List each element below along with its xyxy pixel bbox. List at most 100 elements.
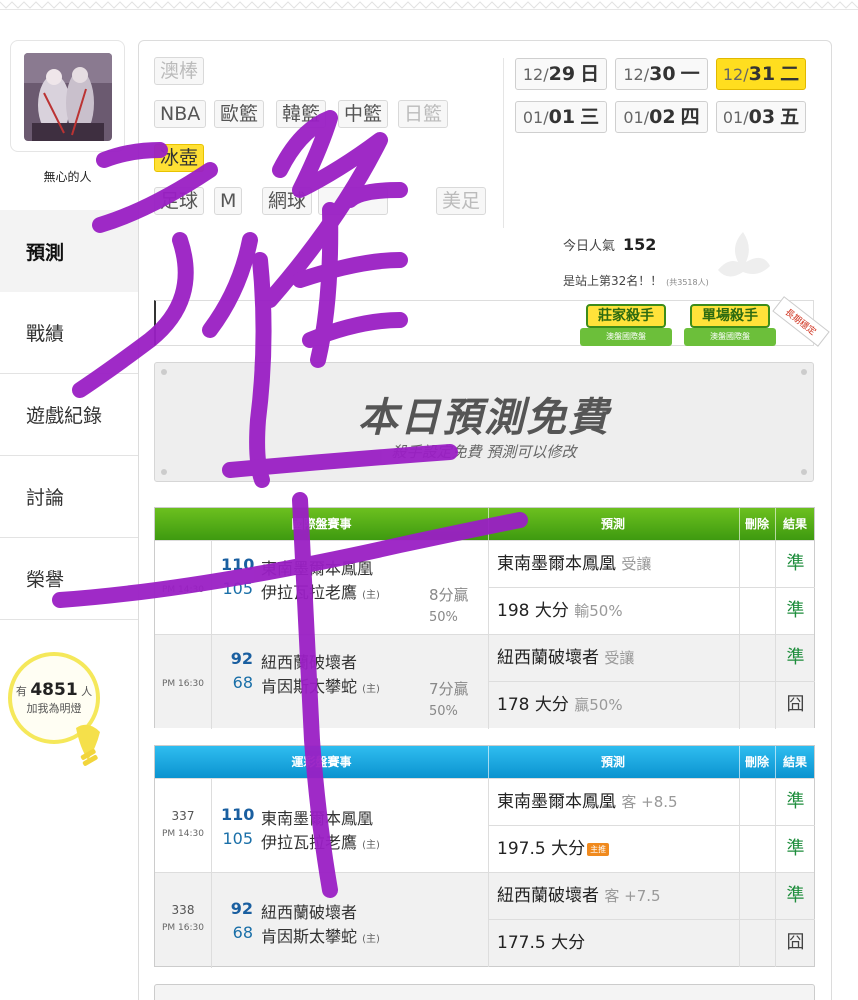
- date-month: 12/: [623, 65, 650, 84]
- sport-tag-curling[interactable]: 冰壺: [154, 144, 205, 172]
- sport-tag-korea-basketball[interactable]: 韓籃: [276, 100, 327, 128]
- result-cell: 準: [775, 541, 815, 588]
- side-nav-item-record[interactable]: 戰績: [0, 292, 138, 374]
- featured-pick-badge: 主推: [587, 842, 610, 856]
- date-month: 12/: [522, 65, 549, 84]
- delete-cell[interactable]: [739, 541, 775, 588]
- light-prefix: 有: [15, 685, 27, 698]
- sport-tag-soccer[interactable]: 足球: [154, 187, 205, 215]
- date-0103[interactable]: 01/03 五: [716, 101, 806, 133]
- prediction-row: 紐西蘭破壞者 受讓 準: [488, 635, 815, 682]
- home-mark: (主): [362, 684, 380, 695]
- result-cell: 準: [775, 826, 815, 873]
- prediction-main: 東南墨爾本鳳凰: [497, 554, 616, 574]
- popularity-value: 152: [623, 235, 657, 254]
- match-row: 337 PM 14:30 110 東南墨爾本鳳凰 105 伊拉瓦拉老鷹 (主) …: [155, 778, 815, 873]
- light-text: 加我為明燈: [26, 702, 82, 715]
- match-row: PM 14:30 110 東南墨爾本鳳凰 105 伊拉瓦拉老鷹 (主) 8分贏 …: [155, 540, 815, 635]
- tag-date-divider: [503, 58, 504, 228]
- table-header: 國際盤賽事 預測 刪除 結果: [155, 508, 814, 540]
- avatar[interactable]: [24, 53, 112, 141]
- torn-edge: [0, 0, 858, 10]
- prediction-note: 輸50%: [574, 602, 623, 620]
- sport-tag-euro-basketball[interactable]: 歐籃: [214, 100, 265, 128]
- match-time: PM 14:30: [162, 829, 204, 839]
- lottery-odds-table: 運彩盤賽事 預測 刪除 結果 337 PM 14:30 110 東南墨爾本鳳凰 …: [154, 745, 815, 968]
- match-row: PM 16:30 92 紐西蘭破壞者 68 肯因斯太攀蛇 (主) 7分贏 50%…: [155, 634, 815, 729]
- delete-cell[interactable]: [739, 920, 775, 967]
- home-team-line: 肯因斯太攀蛇 (主): [261, 923, 380, 947]
- prediction-note: 受讓: [604, 649, 635, 667]
- side-nav-item-game-log[interactable]: 遊戲紀錄: [0, 374, 138, 456]
- delete-cell[interactable]: [739, 826, 775, 873]
- away-score: 110: [221, 555, 255, 574]
- prediction-text: 197.5 大分 主推: [497, 826, 610, 872]
- match-number: 338: [171, 903, 195, 917]
- side-nav-item-predict[interactable]: 預測: [0, 210, 138, 292]
- sport-tag-nba[interactable]: NBA: [154, 100, 207, 128]
- handicap: 7分贏 50%: [429, 679, 469, 722]
- date-0102[interactable]: 01/02 四: [615, 101, 708, 133]
- header-match: 國際盤賽事: [291, 517, 352, 531]
- sport-tag-china-basketball[interactable]: 中籃: [338, 100, 389, 128]
- prediction-row: 紐西蘭破壞者 客 +7.5 準: [488, 873, 815, 920]
- home-team: 伊拉瓦拉老鷹: [261, 583, 358, 602]
- corner-dot: [801, 469, 807, 475]
- date-day: 30: [649, 63, 676, 85]
- date-weekday: 五: [780, 106, 800, 128]
- badge-title: 莊家殺手: [586, 304, 666, 328]
- delete-cell[interactable]: [739, 873, 775, 920]
- prediction-note: 受讓: [621, 555, 652, 573]
- prediction-row: 197.5 大分 主推 準: [488, 826, 815, 873]
- date-0101[interactable]: 01/01 三: [515, 101, 607, 133]
- header-prediction: 預測: [600, 755, 625, 769]
- sport-tag-aus-baseball[interactable]: 澳棒: [154, 57, 205, 85]
- date-1230[interactable]: 12/30 一: [615, 58, 708, 90]
- light-suffix: 人: [81, 685, 93, 698]
- sport-tag-japan-basketball[interactable]: 日籃: [398, 100, 449, 128]
- date-month: 01/: [722, 108, 749, 127]
- handicap-result: 7分贏: [429, 680, 469, 698]
- date-1229[interactable]: 12/29 日: [515, 58, 607, 90]
- prediction-main: 178 大分: [497, 695, 569, 715]
- corner-dot: [161, 469, 167, 475]
- date-month: 12/: [722, 65, 749, 84]
- handicap: 8分贏 50%: [429, 585, 469, 628]
- flower-decoration-icon: [708, 222, 778, 296]
- home-team-line: 伊拉瓦拉老鷹 (主): [261, 829, 380, 853]
- result-cell: 準: [775, 779, 815, 826]
- sport-tag-american-football[interactable]: 美足: [436, 187, 487, 215]
- date-day: 03: [748, 106, 776, 128]
- home-score: 68: [232, 923, 253, 942]
- handicap-pct: 50%: [429, 704, 458, 719]
- sport-tag-mlb[interactable]: M: [214, 187, 243, 215]
- header-match: 運彩盤賽事: [291, 755, 352, 769]
- match-time: PM 16:30: [162, 679, 204, 689]
- prediction-note: 客 +8.5: [621, 793, 678, 811]
- rank-total: (共3518人): [666, 278, 709, 287]
- home-score: 68: [232, 673, 253, 692]
- date-weekday: 一: [680, 63, 700, 85]
- prediction-note: 贏50%: [574, 696, 623, 714]
- sport-tag-hidden[interactable]: [318, 187, 388, 215]
- date-1231-selected[interactable]: 12/31 二: [716, 58, 806, 90]
- prediction-text: 紐西蘭破壞者 受讓: [497, 635, 634, 681]
- sport-tag-tennis[interactable]: 網球: [262, 187, 313, 215]
- delete-cell[interactable]: [739, 635, 775, 682]
- side-nav-item-honor[interactable]: 榮譽: [0, 538, 138, 620]
- date-day: 31: [748, 63, 776, 85]
- free-banner-subtitle: 殺手設定免費 預測可以修改: [391, 443, 577, 461]
- prediction-row: 177.5 大分 囧: [488, 920, 815, 967]
- delete-cell[interactable]: [739, 682, 775, 729]
- avatar-card[interactable]: [10, 40, 125, 152]
- delete-cell[interactable]: [739, 779, 775, 826]
- free-prediction-banner: 本日預測免費 殺手設定免費 預測可以修改: [154, 362, 814, 482]
- delete-cell[interactable]: [739, 588, 775, 635]
- prediction-main: 紐西蘭破壞者: [497, 648, 599, 668]
- side-nav-item-discussion[interactable]: 討論: [0, 456, 138, 538]
- away-team: 紐西蘭破壞者: [261, 903, 358, 922]
- away-team: 紐西蘭破壞者: [261, 653, 358, 672]
- away-team: 東南墨爾本鳳凰: [261, 809, 374, 828]
- prediction-text: 177.5 大分: [497, 920, 585, 966]
- header-prediction: 預測: [600, 517, 625, 531]
